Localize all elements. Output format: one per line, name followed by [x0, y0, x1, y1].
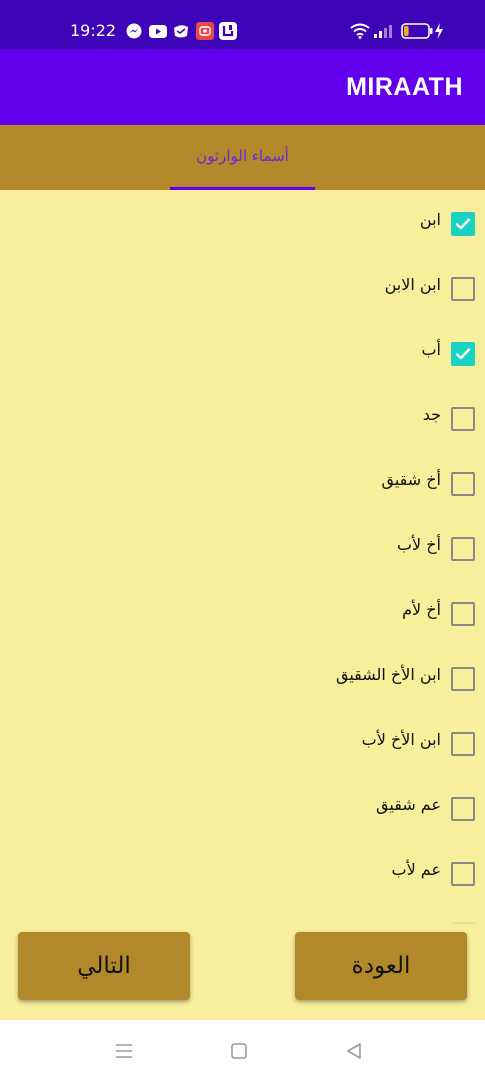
- heir-row[interactable]: جد: [0, 393, 485, 443]
- tab-label: أسماء الوارثون: [196, 147, 289, 165]
- wifi-icon: [350, 22, 370, 40]
- heir-row[interactable]: ابن الأخ الشقيق: [0, 653, 485, 703]
- next-button[interactable]: التالي: [18, 932, 190, 1000]
- heir-row[interactable]: ابن: [0, 198, 485, 248]
- heir-label: أب: [421, 340, 441, 359]
- heir-label: أخ لأم: [402, 600, 441, 619]
- charging-icon: [434, 22, 444, 40]
- checkbox[interactable]: [451, 797, 475, 821]
- status-bar: 19:22: [0, 0, 485, 49]
- checkbox[interactable]: [451, 732, 475, 756]
- next-row-edge: [453, 922, 475, 924]
- tab-bar: أسماء الوارثون: [0, 125, 485, 190]
- screen-record-icon: [196, 22, 214, 40]
- heir-row[interactable]: أخ شقيق: [0, 458, 485, 508]
- checkbox[interactable]: [451, 472, 475, 496]
- heir-row[interactable]: أب: [0, 328, 485, 378]
- checkbox[interactable]: [451, 342, 475, 366]
- tab-heir-names[interactable]: أسماء الوارثون: [170, 125, 315, 190]
- checkbox[interactable]: [451, 667, 475, 691]
- heir-label: جد: [422, 405, 441, 424]
- heir-row[interactable]: عم شقيق: [0, 783, 485, 833]
- app-bar: MIRAATH: [0, 49, 485, 125]
- back-icon[interactable]: [343, 1040, 365, 1062]
- checkbox[interactable]: [451, 277, 475, 301]
- messenger-icon: [126, 22, 142, 40]
- heir-row[interactable]: عم لأب: [0, 848, 485, 898]
- heir-label: ابن: [419, 210, 441, 229]
- status-time: 19:22: [70, 21, 117, 40]
- heirs-list[interactable]: ابن ابن الابن أب جد أخ شقيق أخ لأب أخ لأ…: [0, 190, 485, 925]
- heir-row[interactable]: ابن الأخ لأب: [0, 718, 485, 768]
- battery-icon: [401, 22, 433, 40]
- checkbox[interactable]: [451, 862, 475, 886]
- heir-label: عم لأب: [391, 860, 441, 879]
- heir-label: عم شقيق: [376, 795, 441, 814]
- heir-label: أخ شقيق: [381, 470, 441, 489]
- heir-label: ابن الأخ لأب: [361, 730, 441, 749]
- nav-bar: [0, 1020, 485, 1080]
- heir-label: ابن الأخ الشقيق: [335, 665, 441, 684]
- checkbox[interactable]: [451, 537, 475, 561]
- checkbox[interactable]: [451, 212, 475, 236]
- app-title: MIRAATH: [346, 73, 463, 101]
- checkmark-icon: [455, 218, 471, 230]
- checkbox[interactable]: [451, 602, 475, 626]
- menu-icon[interactable]: [113, 1040, 135, 1062]
- capcut-icon: [219, 22, 237, 40]
- heir-label: ابن الابن: [384, 275, 441, 294]
- back-button[interactable]: العودة: [295, 932, 467, 1000]
- heir-label: أخ لأب: [396, 535, 441, 554]
- checkmark-icon: [455, 348, 471, 360]
- youtube-icon: [149, 22, 167, 40]
- heir-row[interactable]: أخ لأب: [0, 523, 485, 573]
- heir-row[interactable]: ابن الابن: [0, 263, 485, 313]
- checkbox[interactable]: [451, 407, 475, 431]
- signal-icon: [374, 22, 392, 40]
- heir-row[interactable]: أخ لأم: [0, 588, 485, 638]
- home-icon[interactable]: [228, 1040, 250, 1062]
- messenger-lite-icon: [173, 22, 189, 40]
